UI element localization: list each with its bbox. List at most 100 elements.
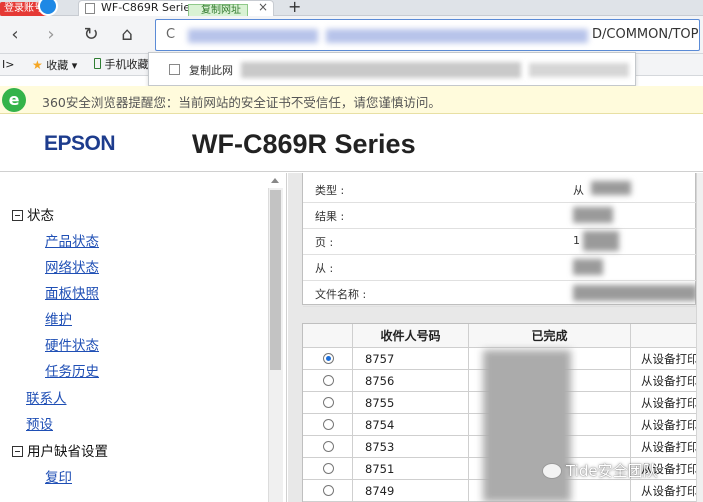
url-dropdown-popup: 复制此网 [148,52,636,86]
tab-bar: 登录账号 WF-C869R Series 复制网址 × + [0,0,703,18]
group-label: 用户缺省设置 [27,444,108,460]
sidebar-item-panel-snapshot[interactable]: 面板快照 [45,282,99,302]
forward-icon[interactable]: › [40,24,62,46]
row-radio[interactable] [323,397,334,408]
collapse-icon[interactable] [12,446,23,457]
sidebar-item-network-status[interactable]: 网络状态 [45,256,99,276]
home-icon[interactable]: ⌂ [116,24,138,46]
copy-url-label[interactable]: 复制此网 [189,62,233,78]
redacted-value [591,181,631,195]
page-header: EPSON WF-C869R Series [0,118,703,172]
tab-title: WF-C869R Series [101,1,196,14]
sidebar-item-job-history[interactable]: 任务历史 [45,360,99,380]
job-source: 从设备打印 [641,352,699,366]
main-content: 类型 : 从 结果 : 页 : 1 从 : 文件名称 : 收件人号码 已完成 8… [288,173,703,502]
detail-label: 结果 : [315,210,345,223]
close-tab-icon[interactable]: × [258,0,268,14]
sidebar-item-maintenance[interactable]: 维护 [45,308,72,328]
shield-icon: e [2,88,26,112]
row-radio[interactable] [323,419,334,430]
security-warning-text: 360安全浏览器提醒您：当前网站的安全证书不受信任，请您谨慎访问。 [42,95,441,110]
job-source: 从设备打印 [641,440,699,454]
watermark-text: Tide安全团队 [566,462,658,480]
recipient-number: 8757 [353,348,469,370]
recipient-number: 8754 [353,414,469,436]
detail-label: 从 : [315,262,334,275]
column-header-completed: 已完成 [469,324,631,348]
address-path: D/COMMON/TOP [592,27,699,42]
detail-row: 结果 : [303,203,697,229]
row-radio[interactable] [323,463,334,474]
detail-row: 从 : [303,255,697,281]
recipient-number: 8756 [353,370,469,392]
job-source: 从设备打印 [641,484,699,498]
row-radio[interactable] [323,375,334,386]
window-scrollbar[interactable] [696,173,703,502]
redacted-url-part [188,29,318,43]
redacted-value [573,207,613,223]
job-source: 从设备打印 [641,418,699,432]
detail-row: 页 : 1 [303,229,697,255]
logo-area: EPSON [0,118,178,172]
redacted-popup-text [241,62,521,78]
redacted-value [573,259,603,275]
sidebar-group-user-defaults[interactable]: 用户缺省设置 [12,440,108,460]
detail-value: 从 [573,184,584,197]
star-icon: ★ [32,58,43,72]
sidebar-group-status[interactable]: 状态 [12,204,54,224]
sidebar-item-presets[interactable]: 预设 [26,413,53,433]
address-bar[interactable]: C D/COMMON/TOP [155,19,700,51]
bookmark-favorites[interactable]: ★ 收藏 ▾ [32,57,77,74]
row-radio[interactable] [323,353,334,364]
column-header-recipient: 收件人号码 [353,324,469,348]
recipient-number: 8755 [353,392,469,414]
sidebar-scroll-thumb[interactable] [270,190,281,370]
phone-icon [94,58,101,69]
detail-label: 页 : [315,236,334,249]
sidebar-item-copy[interactable]: 复印 [45,466,72,486]
redacted-popup-text [529,63,629,77]
sidebar: 状态 产品状态 网络状态 面板快照 维护 硬件状态 任务历史 联系人 预设 用户… [0,173,287,502]
detail-label: 文件名称 : [315,288,367,301]
job-source: 从设备打印 [641,374,699,388]
reload-icon[interactable]: ↻ [80,24,102,46]
recipient-number: 8751 [353,458,469,480]
epson-logo: EPSON [44,132,116,155]
bookmark-mobile[interactable]: 手机收藏 [94,57,149,73]
watermark: Tide安全团队 [542,460,658,481]
group-label: 状态 [27,208,54,224]
sidebar-item-hardware-status[interactable]: 硬件状态 [45,334,99,354]
job-details-panel: 类型 : 从 结果 : 页 : 1 从 : 文件名称 : [302,173,697,307]
recipient-number: 8749 [353,480,469,502]
copy-checkbox[interactable] [169,64,180,75]
sidebar-item-contacts[interactable]: 联系人 [26,387,67,407]
redacted-url-part [326,29,588,43]
detail-row: 文件名称 : [303,281,697,307]
address-prefix: C [166,27,176,42]
navigation-bar: ‹ › ↻ ⌂ C D/COMMON/TOP [0,16,703,54]
job-source: 从设备打印 [641,396,699,410]
wechat-icon [542,463,562,479]
screen: 登录账号 WF-C869R Series 复制网址 × + ‹ › ↻ ⌂ C … [0,0,703,502]
redacted-value [573,285,697,301]
sidebar-item-product-status[interactable]: 产品状态 [45,230,99,250]
scroll-up-icon[interactable] [271,178,279,183]
row-radio[interactable] [323,441,334,452]
mobile-favorites-label: 手机收藏 [104,58,149,71]
sidebar-toggle[interactable]: I> [2,57,14,73]
recipient-number: 8753 [353,436,469,458]
detail-row: 类型 : 从 [303,177,697,203]
new-tab-icon[interactable]: + [288,0,301,16]
column-header-select [303,324,353,348]
detail-label: 类型 : [315,184,345,197]
page-title: WF-C869R Series [192,129,416,159]
redacted-value [583,231,619,251]
security-warning-bar: e 360安全浏览器提醒您：当前网站的安全证书不受信任，请您谨慎访问。 [0,86,703,114]
page-icon [85,3,95,14]
column-header-extra [631,324,703,348]
browser-logo-icon[interactable] [38,0,58,16]
back-icon[interactable]: ‹ [4,24,26,46]
favorites-label: 收藏 [46,59,69,72]
collapse-icon[interactable] [12,210,23,221]
row-radio[interactable] [323,485,334,496]
